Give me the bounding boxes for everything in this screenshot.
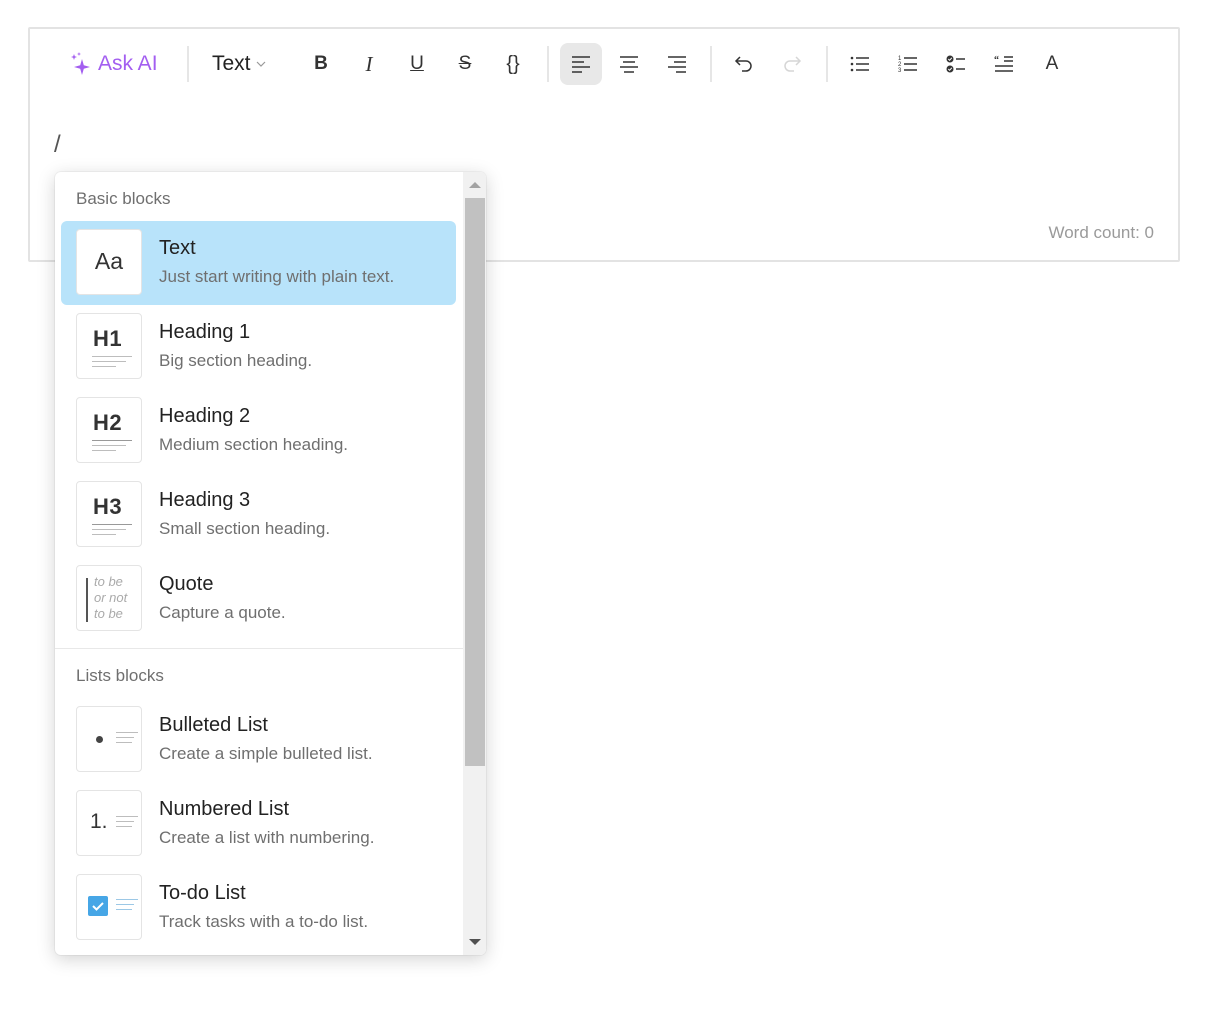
heading-2-icon: H2 [76,397,142,463]
menu-item-text[interactable]: Aa Text Just start writing with plain te… [61,221,456,305]
toolbar-divider [826,46,828,82]
svg-text:“: “ [994,55,999,66]
menu-item-description: Create a list with numbering. [159,828,375,847]
italic-button[interactable]: I [348,43,390,85]
bulleted-list-icon [850,56,869,72]
scrollbar-thumb[interactable] [465,198,485,766]
quote-block-icon: to be or not to be [76,565,142,631]
undo-icon [734,56,752,72]
scroll-down-arrow-icon[interactable] [469,939,481,945]
menu-item-heading-2[interactable]: H2 Heading 2 Medium section heading. [61,389,456,473]
bulleted-list-button[interactable] [839,43,881,85]
heading-1-icon: H1 [76,313,142,379]
toolbar-divider [187,46,189,82]
menu-item-title: To-do List [159,882,246,904]
align-center-button[interactable] [608,43,650,85]
quote-icon: “ [994,55,1013,72]
undo-button[interactable] [723,43,765,85]
menu-item-title: Text [159,237,196,259]
underline-button[interactable]: U [396,43,438,85]
numbered-list-icon: 123 [898,56,917,74]
underline-icon: U [410,53,424,74]
checklist-icon [946,55,965,73]
section-divider [55,648,463,649]
menu-item-numbered-list[interactable]: 1. Numbered List Create a list with numb… [61,782,456,866]
heading-3-icon: H3 [76,481,142,547]
bold-icon: B [314,53,328,74]
checkbox-checked-icon [88,896,108,916]
menu-item-title: Heading 1 [159,321,251,343]
ask-ai-button[interactable]: Ask AI [68,43,158,85]
section-label-lists-blocks: Lists blocks [76,666,164,685]
numbered-list-block-icon: 1. [76,790,142,856]
menu-item-description: Create a simple bulleted list. [159,744,373,763]
editor-toolbar: Ask AI Text B I U S {} 1 2 3 “ A [30,29,1178,99]
menu-item-description: Medium section heading. [159,435,349,454]
menu-item-todo-list[interactable]: To-do List Track tasks with a to-do list… [61,866,456,950]
section-label-basic-blocks: Basic blocks [76,189,171,208]
menu-item-bulleted-list[interactable]: Bulleted List Create a simple bulleted l… [61,698,456,782]
bold-button[interactable]: B [300,43,342,85]
word-count: Word count: 0 [1048,223,1154,242]
menu-item-description: Just start writing with plain text. [159,267,395,286]
menu-item-title: Numbered List [159,798,290,820]
numbered-list-button[interactable]: 123 [887,43,929,85]
toolbar-divider [710,46,712,82]
slash-command-menu: Basic blocks Aa Text Just start writing … [55,172,486,955]
sparkle-icon [71,52,90,75]
italic-icon: I [365,51,373,76]
toolbar-divider [547,46,549,82]
menu-item-title: Heading 2 [159,405,251,427]
slash-menu-list: Basic blocks Aa Text Just start writing … [55,172,463,955]
menu-item-description: Capture a quote. [159,603,286,622]
todo-list-button[interactable] [935,43,977,85]
strikethrough-button[interactable]: S [444,43,486,85]
block-type-dropdown[interactable]: Text [212,43,267,85]
align-left-icon [572,56,590,73]
align-left-button[interactable] [560,43,602,85]
redo-button[interactable] [771,43,813,85]
align-center-icon [620,56,638,73]
redo-icon [784,56,802,72]
menu-item-quote[interactable]: to be or not to be Quote Capture a quote… [61,557,456,641]
chevron-down-icon [256,61,265,67]
menu-item-description: Small section heading. [159,519,331,538]
blockquote-button[interactable]: “ [983,43,1025,85]
font-color-icon: A [1045,53,1059,74]
menu-item-heading-3[interactable]: H3 Heading 3 Small section heading. [61,473,456,557]
menu-item-title: Heading 3 [159,489,251,511]
menu-scrollbar[interactable] [463,172,486,955]
text-block-icon: Aa [76,229,142,295]
menu-item-title: Bulleted List [159,714,268,736]
menu-item-description: Track tasks with a to-do list. [159,912,369,931]
svg-text:3: 3 [898,68,902,74]
editor-content[interactable]: / [54,131,61,159]
align-right-button[interactable] [656,43,698,85]
menu-item-description: Big section heading. [159,351,313,370]
todo-list-block-icon [76,874,142,940]
code-button[interactable]: {} [492,43,534,85]
ask-ai-label: Ask AI [98,52,158,75]
strikethrough-icon: S [458,53,472,74]
code-icon: {} [506,52,520,75]
menu-item-title: Quote [159,573,214,595]
align-right-icon [668,56,686,73]
bulleted-list-block-icon [76,706,142,772]
scroll-up-arrow-icon[interactable] [469,182,481,188]
menu-item-heading-1[interactable]: H1 Heading 1 Big section heading. [61,305,456,389]
block-type-value: Text [212,52,251,75]
font-color-button[interactable]: A [1031,43,1073,85]
